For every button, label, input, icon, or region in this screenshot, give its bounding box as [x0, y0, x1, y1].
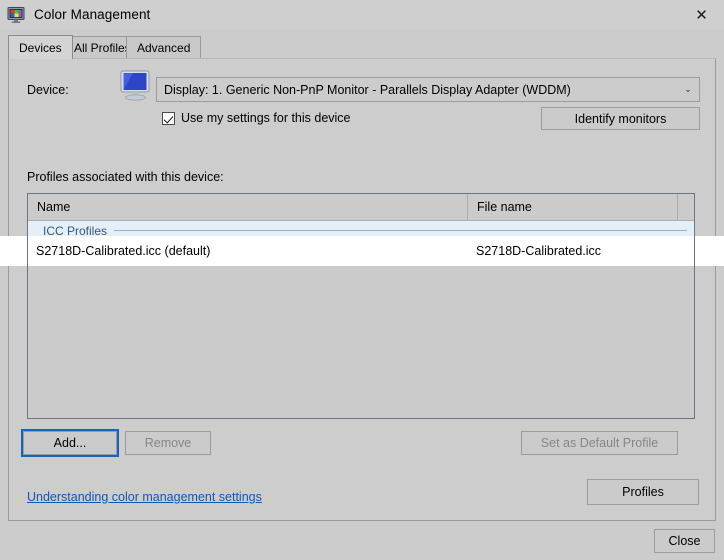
window-close-button[interactable]: ✕: [679, 0, 724, 29]
checkbox-check-icon: [162, 111, 175, 125]
profiles-button-label: Profiles: [622, 485, 664, 499]
tab-strip: Devices All Profiles Advanced: [8, 35, 716, 59]
column-header-name[interactable]: Name: [28, 194, 468, 220]
use-my-settings-label: Use my settings for this device: [181, 111, 351, 125]
profiles-list-header: Name File name: [28, 194, 694, 221]
column-header-spacer[interactable]: [678, 194, 694, 220]
window-title: Color Management: [34, 7, 151, 22]
monitor-icon: [119, 70, 153, 102]
set-as-default-profile-button[interactable]: Set as Default Profile: [521, 431, 678, 455]
color-monitor-icon: [7, 6, 25, 24]
identify-monitors-button[interactable]: Identify monitors: [541, 107, 700, 130]
add-profile-label: Add...: [53, 436, 87, 450]
tab-advanced[interactable]: Advanced: [126, 36, 202, 58]
title-bar: Color Management ✕: [0, 0, 724, 29]
profiles-list[interactable]: Name File name ICC Profiles: [27, 193, 695, 419]
tab-advanced-label: Advanced: [137, 40, 191, 55]
profiles-caption: Profiles associated with this device:: [27, 170, 224, 184]
remove-profile-label: Remove: [144, 436, 192, 450]
understanding-color-management-link[interactable]: Understanding color management settings: [27, 490, 262, 504]
tab-devices-label: Devices: [19, 40, 62, 55]
profiles-button[interactable]: Profiles: [587, 479, 699, 505]
device-select[interactable]: Display: 1. Generic Non-PnP Monitor - Pa…: [156, 77, 700, 102]
set-as-default-profile-label: Set as Default Profile: [540, 436, 659, 450]
chevron-down-icon: ⌄: [684, 84, 692, 95]
profile-file-name-cell: S2718D-Calibrated.icc: [476, 244, 602, 258]
column-header-file-name-label: File name: [477, 200, 532, 214]
table-row[interactable]: S2718D-Calibrated.icc (default) S2718D-C…: [27, 236, 695, 266]
device-label: Device:: [27, 83, 69, 97]
tab-devices[interactable]: Devices: [8, 35, 73, 59]
column-header-name-label: Name: [37, 200, 71, 214]
column-header-file-name[interactable]: File name: [468, 194, 678, 220]
use-my-settings-checkbox[interactable]: Use my settings for this device: [162, 111, 351, 125]
tab-all-profiles-label: All Profiles: [74, 40, 131, 55]
profile-name-cell: S2718D-Calibrated.icc (default): [36, 244, 211, 258]
close-button[interactable]: Close: [654, 529, 715, 553]
device-select-value: Display: 1. Generic Non-PnP Monitor - Pa…: [164, 82, 571, 97]
close-button-label: Close: [668, 534, 701, 548]
list-group-rule: [114, 230, 687, 231]
identify-monitors-label: Identify monitors: [574, 111, 667, 126]
remove-profile-button[interactable]: Remove: [125, 431, 211, 455]
add-profile-button[interactable]: Add...: [23, 431, 117, 455]
